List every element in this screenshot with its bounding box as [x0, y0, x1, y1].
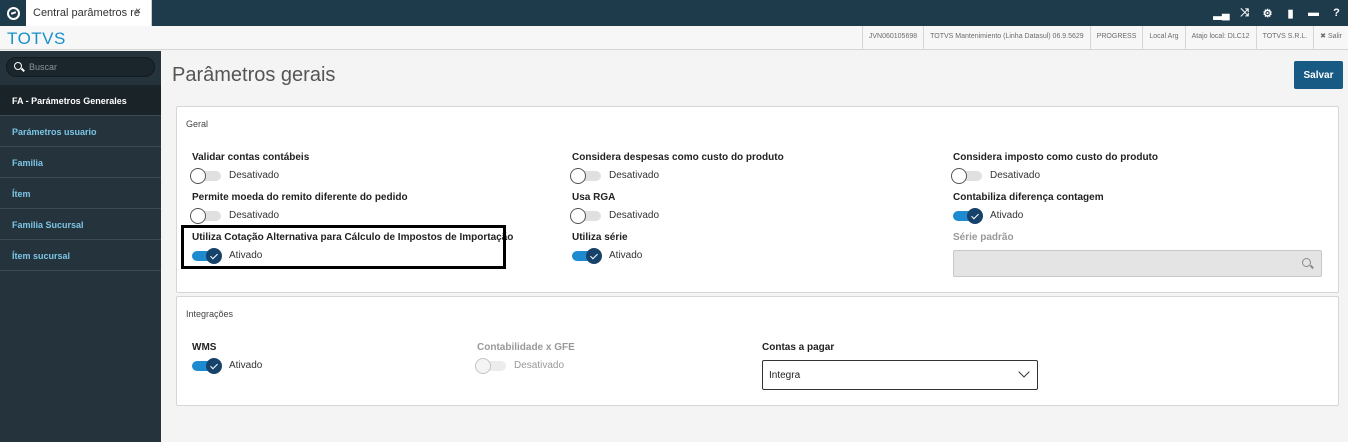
sidebar-item-fa-parametros-generales[interactable]: FA - Parámetros Generales	[0, 85, 161, 116]
serie-padrao-input[interactable]	[953, 250, 1322, 277]
toggle-contabilidade-gfe: Desativado	[475, 357, 565, 374]
logout-link[interactable]: ✖ Salir	[1313, 26, 1348, 50]
field-contabilidade-gfe: Contabilidade x GFE Desativado	[475, 342, 575, 374]
panel-geral: Geral Validar contas contábeis Desativad…	[176, 106, 1339, 293]
field-contas-a-pagar: Contas a pagar Integra	[762, 342, 1038, 390]
field-label: Utiliza série	[572, 232, 628, 243]
toggle-permite-moeda[interactable]: Desativado	[190, 207, 280, 224]
field-label: WMS	[192, 342, 217, 353]
contas-a-pagar-select[interactable]: Integra	[762, 360, 1038, 390]
field-label: Contas a pagar	[762, 342, 835, 353]
search-icon	[14, 62, 22, 70]
toggle-state: Desativado	[609, 170, 660, 181]
toggle-usa-rga[interactable]: Desativado	[570, 207, 660, 224]
toggle-state: Desativado	[609, 210, 660, 221]
field-label: Permite moeda do remito diferente do ped…	[192, 192, 408, 203]
header-info-db: PROGRESS	[1089, 26, 1143, 50]
field-label: Contabilidade x GFE	[477, 342, 575, 353]
field-utiliza-cotacao: Utiliza Cotação Alternativa para Cálculo…	[192, 232, 514, 264]
sidebar-item-parametros-usuario[interactable]: Parámetros usuario	[0, 116, 161, 147]
document-icon[interactable]: ▮	[1279, 0, 1302, 26]
field-permite-moeda: Permite moeda do remito diferente do ped…	[190, 192, 408, 224]
gear-icon[interactable]: ⚙	[1256, 0, 1279, 26]
header-info-user-id: JVN060105698	[861, 26, 923, 50]
toggle-state: Ativado	[990, 210, 1024, 221]
toggle-validar-contas[interactable]: Desativado	[190, 167, 280, 184]
sidebar-item-familia-sucursal[interactable]: Familia Sucursal	[0, 209, 161, 240]
tab-close-icon[interactable]: ×	[135, 6, 141, 17]
select-value: Integra	[769, 370, 801, 381]
field-label: Considera imposto como custo do produto	[953, 152, 1158, 163]
sidebar-search[interactable]	[6, 57, 155, 77]
search-icon[interactable]	[1302, 258, 1311, 267]
field-contabiliza-diferenca: Contabiliza diferença contagem Ativado	[953, 192, 1104, 224]
sidebar-item-item-sucursal[interactable]: Ítem sucursal	[0, 240, 161, 271]
save-button[interactable]: Salvar	[1294, 61, 1343, 89]
brand-logo: TOTVS	[7, 29, 66, 48]
header-info-shortcut: Atajo local: DLC12	[1184, 26, 1256, 50]
sidebar-item-item[interactable]: Ítem	[0, 178, 161, 209]
header-info-locale: Local Arg	[1142, 26, 1184, 50]
top-tab-bar: Central parâmetros re × ▂▄ ⤨ ⚙ ▮ ▬ ?	[0, 0, 1348, 26]
app-header: TOTVS JVN060105698 TOTVS Mantenimiento (…	[0, 26, 1348, 50]
field-usa-rga: Usa RGA Desativado	[570, 192, 659, 224]
field-utiliza-serie: Utiliza série Ativado	[572, 232, 642, 264]
sidebar: FA - Parámetros Generales Parámetros usu…	[0, 51, 161, 442]
field-label: Usa RGA	[572, 192, 616, 203]
field-label: Série padrão	[953, 232, 1014, 243]
help-icon[interactable]: ?	[1325, 0, 1348, 26]
header-info: JVN060105698 TOTVS Mantenimiento (Linha …	[861, 26, 1348, 50]
field-label: Contabiliza diferença contagem	[953, 192, 1104, 203]
chevron-down-icon	[1018, 366, 1030, 378]
main-content: Parâmetros gerais Salvar Geral Validar c…	[161, 51, 1348, 442]
chat-icon[interactable]: ▬	[1302, 0, 1325, 26]
header-info-product: TOTVS Mantenimiento (Linha Datasul) 06.9…	[923, 26, 1090, 50]
tab-label: Central parâmetros re	[33, 7, 140, 19]
signal-icon[interactable]: ▂▄	[1210, 0, 1233, 26]
field-validar-contas: Validar contas contábeis Desativado	[190, 152, 310, 184]
header-info-company[interactable]: TOTVS S.R.L.	[1255, 26, 1314, 50]
app-logo-icon[interactable]	[0, 0, 26, 26]
field-label: Utiliza Cotação Alternativa para Cálculo…	[192, 232, 514, 243]
toggle-state: Ativado	[609, 250, 643, 261]
panel-integracoes: Integrações WMS Ativado Contabilidade x …	[176, 296, 1339, 406]
toggle-state: Desativado	[514, 360, 565, 371]
tab-central-parametros[interactable]: Central parâmetros re ×	[26, 0, 152, 26]
sidebar-item-familia[interactable]: Familia	[0, 147, 161, 178]
field-considera-imposto: Considera imposto como custo do produto …	[951, 152, 1158, 184]
toggle-wms[interactable]: Ativado	[192, 357, 263, 374]
toggle-state: Desativado	[229, 170, 280, 181]
page-title: Parâmetros gerais	[172, 64, 336, 86]
shuffle-icon[interactable]: ⤨	[1233, 0, 1256, 26]
toggle-state: Ativado	[229, 250, 263, 261]
search-input[interactable]	[29, 60, 149, 74]
toggle-utiliza-serie[interactable]: Ativado	[572, 247, 643, 264]
toggle-utiliza-cotacao[interactable]: Ativado	[192, 247, 263, 264]
field-serie-padrao: Série padrão	[953, 232, 1322, 277]
field-considera-despesas: Considera despesas como custo do produto…	[570, 152, 784, 184]
toggle-contabiliza-diferenca[interactable]: Ativado	[953, 207, 1024, 224]
toggle-considera-imposto[interactable]: Desativado	[951, 167, 1041, 184]
field-label: Considera despesas como custo do produto	[572, 152, 784, 163]
toolbar-icons: ▂▄ ⤨ ⚙ ▮ ▬ ?	[1210, 0, 1348, 26]
sidebar-menu: FA - Parámetros Generales Parámetros usu…	[0, 85, 161, 271]
toggle-state: Desativado	[990, 170, 1041, 181]
toggle-state: Ativado	[229, 360, 263, 371]
toggle-state: Desativado	[229, 210, 280, 221]
panel-title-geral: Geral	[186, 119, 209, 129]
field-wms: WMS Ativado	[192, 342, 262, 374]
field-label: Validar contas contábeis	[192, 152, 310, 163]
toggle-considera-despesas[interactable]: Desativado	[570, 167, 660, 184]
panel-title-integracoes: Integrações	[186, 309, 234, 319]
